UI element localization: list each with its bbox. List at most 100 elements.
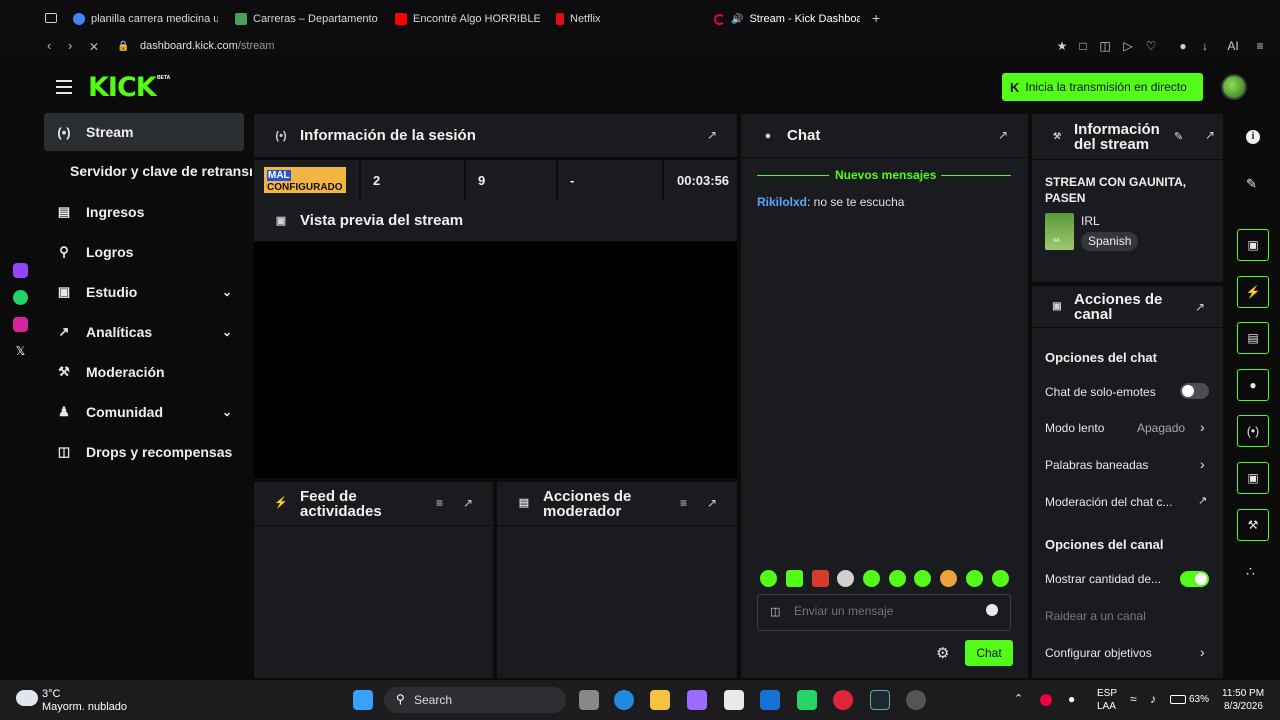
emote-icon[interactable] [837, 570, 854, 587]
menu-icon[interactable]: ≡ [1253, 39, 1267, 53]
popout-icon[interactable]: ↗ [707, 128, 717, 142]
tab-youtube[interactable]: Encontré Algo HORRIBLE e [395, 10, 540, 28]
forward-arrow-icon[interactable]: › [68, 38, 72, 53]
clock-time[interactable]: 11:50 PM [1222, 688, 1264, 699]
stop-loading-icon[interactable]: ✕ [89, 40, 99, 54]
file-explorer-icon[interactable] [650, 690, 670, 710]
document-icon[interactable]: ▤ [1237, 322, 1269, 354]
show-viewers-toggle[interactable] [1180, 571, 1209, 587]
category-thumbnail[interactable]: IRL [1045, 213, 1074, 250]
external-link-icon[interactable]: ↗ [1198, 494, 1207, 507]
opera-icon[interactable] [833, 690, 853, 710]
emoji-icon[interactable] [986, 604, 998, 616]
emote-icon[interactable] [863, 570, 880, 587]
popout-icon[interactable]: ↗ [1195, 300, 1205, 314]
slow-mode-row[interactable]: Modo lento [1045, 421, 1213, 435]
edit-pencil-icon[interactable]: ✎ [1246, 176, 1257, 192]
back-arrow-icon[interactable]: ‹ [47, 38, 51, 53]
tab-planilla[interactable]: planilla carrera medicina ut [73, 10, 218, 28]
chat-bubble-icon[interactable]: ● [1237, 369, 1269, 401]
language-top[interactable]: ESP [1097, 688, 1117, 699]
microphone-icon[interactable]: ● [1068, 692, 1075, 706]
sidebar-item-stream[interactable]: (•) Stream [44, 113, 244, 151]
new-tab-button[interactable]: + [872, 10, 880, 26]
lightning-icon[interactable]: ⚡ [1237, 276, 1269, 308]
download-icon[interactable]: ↓ [1198, 39, 1212, 53]
chat-input[interactable]: ◫ [757, 594, 1011, 631]
emote-icon[interactable] [786, 570, 803, 587]
copilot-icon[interactable] [687, 690, 707, 710]
configure-goals-row[interactable]: Configurar objetivos [1045, 646, 1213, 660]
kick-logo[interactable]: KICK [88, 72, 157, 103]
raid-channel-row[interactable]: Raidear a un canal [1045, 609, 1213, 623]
channel-icon[interactable]: ▣ [1237, 462, 1269, 494]
emote-icon[interactable] [992, 570, 1009, 587]
weather-cloud-icon[interactable] [16, 690, 38, 706]
tab-carreras[interactable]: Carreras – Departamento d [235, 10, 380, 28]
broadcast-icon[interactable]: (•) [1237, 415, 1269, 447]
steam-icon[interactable] [870, 690, 890, 710]
sidebar-item-moderacion[interactable]: ⚒ Moderación [44, 353, 244, 391]
tab-menu-icon[interactable] [45, 13, 57, 23]
chat-send-button[interactable]: Chat [965, 640, 1013, 666]
tray-chevron-icon[interactable]: ⌃ [1014, 692, 1023, 705]
screenshot-icon[interactable]: □ [1076, 39, 1090, 53]
tray-app-icon[interactable] [1040, 694, 1052, 706]
profile-icon[interactable]: ● [1176, 39, 1190, 53]
wifi-icon[interactable]: ≈ [1130, 692, 1137, 706]
twitch-icon[interactable] [13, 263, 28, 278]
sidebar-item-comunidad[interactable]: ♟ Comunidad ⌄ [44, 393, 244, 431]
hamburger-menu-icon[interactable] [56, 80, 72, 94]
sidebar-item-drops[interactable]: ◫ Drops y recompensas [44, 433, 244, 471]
sidebar-item-server-key[interactable]: Servidor y clave de retransmisión [70, 163, 252, 179]
ai-button[interactable]: AI [1222, 39, 1244, 53]
store-icon[interactable] [724, 690, 744, 710]
wrench-icon[interactable]: ⚒ [1237, 509, 1269, 541]
play-icon[interactable]: ▷ [1121, 39, 1135, 53]
pin-icon[interactable]: ★ [1055, 39, 1069, 53]
x-icon[interactable]: 𝕏 [13, 344, 28, 359]
emote-icon[interactable] [889, 570, 906, 587]
sidebar-item-estudio[interactable]: ▣ Estudio ⌄ [44, 273, 244, 311]
sidebar-item-ingresos[interactable]: ▤ Ingresos [44, 193, 244, 231]
whatsapp-icon[interactable] [797, 690, 817, 710]
outlook-icon[interactable] [760, 690, 780, 710]
emote-icon[interactable] [812, 570, 829, 587]
popout-icon[interactable]: ↗ [998, 128, 1008, 142]
tab-netflix[interactable]: Netflix [556, 10, 636, 28]
taskbar-search[interactable]: ⚲ Search [384, 687, 566, 713]
category-name[interactable]: IRL [1081, 214, 1100, 228]
app-icon[interactable] [906, 690, 926, 710]
emote-icon[interactable] [760, 570, 777, 587]
popout-icon[interactable]: ↗ [707, 496, 717, 510]
avatar[interactable] [1221, 74, 1247, 100]
edit-pencil-icon[interactable]: ✎ [1174, 130, 1183, 143]
emote-icon[interactable] [940, 570, 957, 587]
camera-icon[interactable]: ▣ [1237, 229, 1269, 261]
emote-icon[interactable] [966, 570, 983, 587]
sidebar-item-logros[interactable]: ⚲ Logros [44, 233, 244, 271]
filter-icon[interactable]: ≡ [680, 496, 687, 510]
apps-icon[interactable]: ∴ [1246, 563, 1255, 580]
chat-message-field[interactable] [794, 604, 974, 618]
emote-only-toggle[interactable] [1180, 383, 1209, 399]
url-field[interactable]: dashboard.kick.com/stream [140, 40, 275, 52]
chat-settings-gear-icon[interactable]: ⚙ [936, 644, 949, 662]
heart-icon[interactable]: ♡ [1144, 39, 1158, 53]
filter-icon[interactable]: ≡ [436, 496, 443, 510]
go-live-button[interactable]: K Inicia la transmisión en directo [1002, 73, 1203, 101]
tab-kick-dashboard[interactable]: 🔊 Stream - Kick Dashboar [714, 10, 860, 28]
chat-moderation-row[interactable]: Moderación del chat c... [1045, 495, 1213, 509]
shield-icon[interactable]: ◫ [1098, 39, 1112, 53]
popout-icon[interactable]: ↗ [463, 496, 473, 510]
chat-username[interactable]: Rikilolxd [757, 195, 807, 209]
instagram-icon[interactable] [13, 317, 28, 332]
task-view-icon[interactable] [579, 690, 599, 710]
edge-icon[interactable] [614, 690, 634, 710]
volume-icon[interactable]: ♪ [1150, 692, 1156, 706]
emote-icon[interactable] [914, 570, 931, 587]
banned-words-row[interactable]: Palabras baneadas [1045, 458, 1213, 472]
battery-icon[interactable] [1170, 695, 1186, 704]
popout-icon[interactable]: ↗ [1205, 128, 1215, 142]
whatsapp-icon[interactable] [13, 290, 28, 305]
